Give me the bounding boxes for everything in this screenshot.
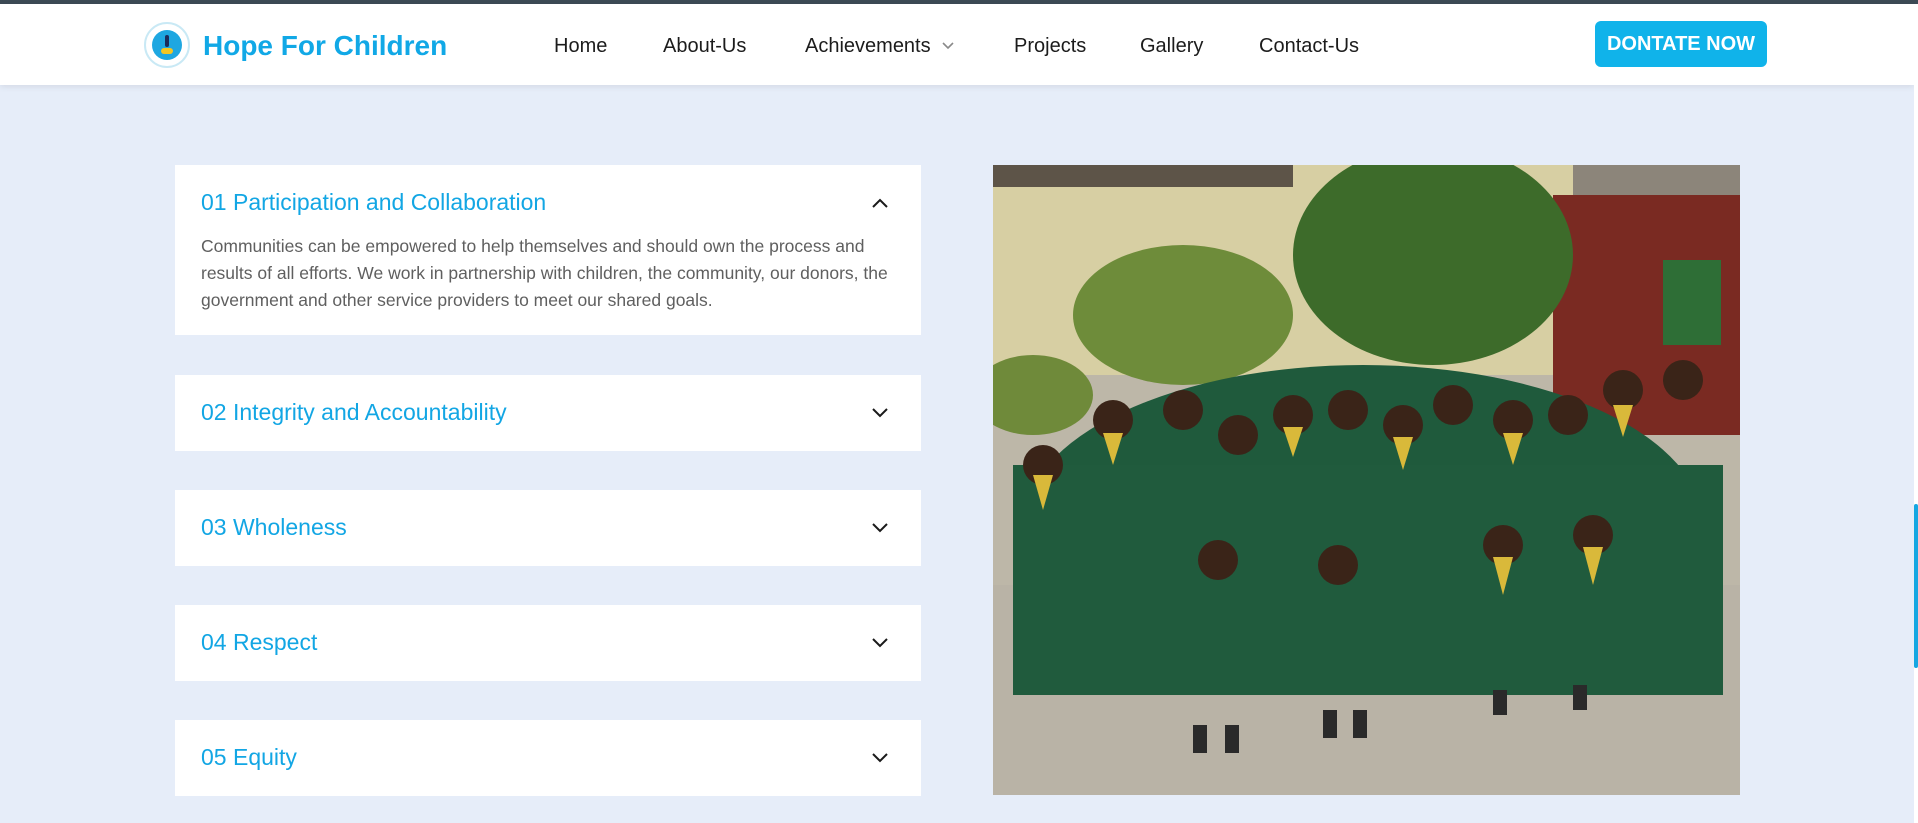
accordion-title[interactable]: 03 Wholeness bbox=[201, 514, 347, 541]
site-header: Hope For Children Home About-Us Achievem… bbox=[0, 4, 1914, 85]
accordion-item-participation: 01 Participation and Collaboration Commu… bbox=[175, 165, 921, 335]
scrollbar-thumb[interactable] bbox=[1914, 504, 1918, 668]
accordion-title[interactable]: 05 Equity bbox=[201, 744, 297, 771]
chevron-down-icon[interactable] bbox=[871, 752, 889, 764]
scrollbar-track[interactable] bbox=[1914, 4, 1918, 823]
chevron-up-icon[interactable] bbox=[871, 197, 889, 209]
accordion-title[interactable]: 02 Integrity and Accountability bbox=[201, 399, 507, 426]
nav-home[interactable]: Home bbox=[554, 35, 607, 58]
accordion-item-equity[interactable]: 05 Equity bbox=[175, 720, 921, 796]
group-photo-illustration bbox=[993, 165, 1740, 795]
nav-contact-us[interactable]: Contact-Us bbox=[1259, 35, 1359, 58]
chevron-down-icon[interactable] bbox=[941, 39, 955, 53]
accordion-title[interactable]: 04 Respect bbox=[201, 629, 317, 656]
chevron-down-icon[interactable] bbox=[871, 407, 889, 419]
logo-icon[interactable] bbox=[144, 22, 190, 68]
group-photo bbox=[993, 165, 1740, 795]
nav-gallery[interactable]: Gallery bbox=[1140, 35, 1203, 58]
accordion-item-wholeness[interactable]: 03 Wholeness bbox=[175, 490, 921, 566]
nav-about-us[interactable]: About-Us bbox=[663, 35, 746, 58]
donate-button[interactable]: DONTATE NOW bbox=[1595, 21, 1767, 67]
accordion-body: Communities can be empowered to help the… bbox=[201, 236, 888, 310]
chevron-down-icon[interactable] bbox=[871, 522, 889, 534]
accordion-item-integrity[interactable]: 02 Integrity and Accountability bbox=[175, 375, 921, 451]
nav-achievements[interactable]: Achievements bbox=[805, 35, 931, 58]
nav-projects[interactable]: Projects bbox=[1014, 35, 1086, 58]
brand-name[interactable]: Hope For Children bbox=[203, 30, 447, 62]
accordion-item-respect[interactable]: 04 Respect bbox=[175, 605, 921, 681]
chevron-down-icon[interactable] bbox=[871, 637, 889, 649]
accordion-title[interactable]: 01 Participation and Collaboration bbox=[201, 189, 546, 216]
